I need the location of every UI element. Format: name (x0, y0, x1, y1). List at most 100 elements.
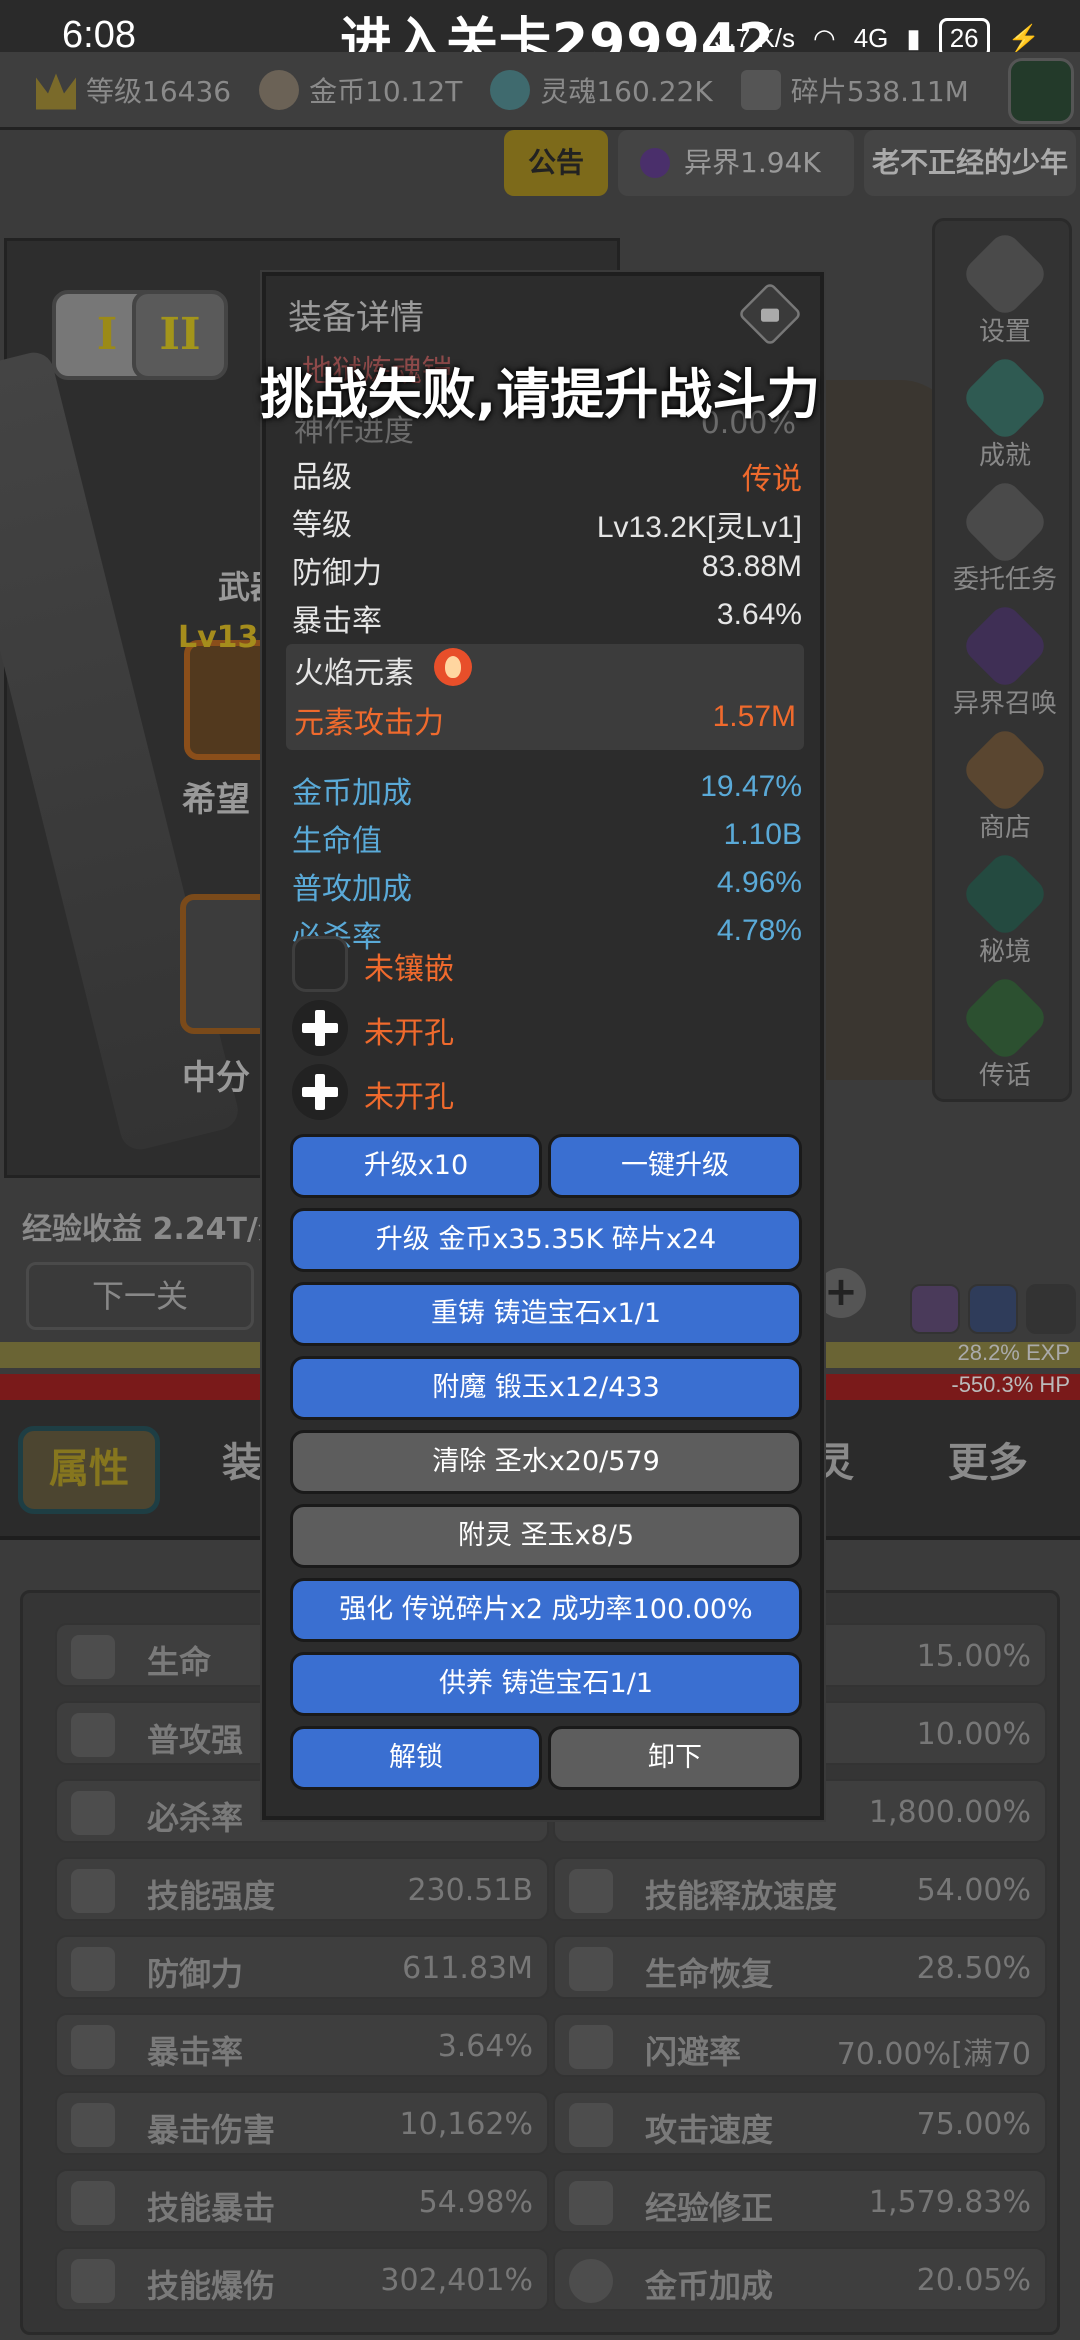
regen-icon (569, 1947, 613, 1991)
detail-level: 等级 Lv13.2K[灵Lv1] (292, 508, 802, 544)
kill-icon (71, 1791, 115, 1835)
fire-element-box: 火焰元素 元素攻击力 1.57M (286, 644, 804, 750)
skill-icon[interactable] (968, 1284, 1018, 1334)
gold-coin-icon (569, 2259, 613, 2303)
corner-menu-icon[interactable] (1008, 58, 1074, 124)
resource-level: 等级16436 (36, 70, 231, 110)
settings-icon (959, 228, 1051, 320)
enchant-button[interactable]: 附魔 锻玉x12/433 (290, 1356, 802, 1420)
skill-burst-icon (71, 2259, 115, 2303)
stat-skill-speed: 技能释放速度 54.00% (553, 1857, 1047, 1921)
fragment-icon (740, 69, 781, 110)
upgrade-x10-button[interactable]: 升级x10 (290, 1134, 542, 1198)
tab-attributes[interactable]: 属性 (18, 1426, 160, 1514)
empty-socket-icon (292, 936, 348, 992)
element-name: 火焰元素 (294, 656, 414, 691)
secret-realm-icon (959, 848, 1051, 940)
bonus-gold: 金币加成 19.47% (292, 770, 802, 811)
charging-icon: ⚡ (1007, 22, 1040, 53)
stat-attack-speed: 攻击速度 75.00% (553, 2091, 1047, 2155)
attack-icon (71, 1713, 115, 1757)
summon-icon (959, 600, 1051, 692)
stat-gold-bonus: 金币加成 20.05% (553, 2247, 1047, 2311)
armor-name: 中分 (182, 1058, 250, 1098)
stat-defense: 防御力 611.83M (55, 1935, 549, 1999)
flame-icon (434, 648, 472, 686)
gold-coin-icon (259, 69, 300, 110)
network-type: 4G (853, 22, 889, 53)
next-stage-button[interactable]: 下一关 (26, 1262, 254, 1330)
soul-icon (490, 69, 531, 110)
wifi-icon: ◠ (813, 22, 836, 53)
crit-damage-icon (71, 2103, 115, 2147)
modal-title: 装备详情 (288, 298, 424, 338)
hp-text: -550.3% HP (951, 1372, 1070, 1397)
plus-icon (292, 1000, 348, 1056)
nurture-button[interactable]: 供养 铸造宝石1/1 (290, 1652, 802, 1716)
crown-icon (569, 2181, 613, 2225)
upgrade-button[interactable]: 升级 金币x35.35K 碎片x24 (290, 1208, 802, 1272)
notice-button[interactable]: 公告 (504, 130, 608, 196)
side-item-legend[interactable]: 传话 (935, 972, 1075, 1092)
otherworld-counter[interactable]: 异界1.94K (618, 130, 854, 196)
clock: 6:08 (62, 14, 136, 56)
element-attack-value: 1.57M (712, 700, 796, 733)
side-item-quest[interactable]: 委托任务 (935, 476, 1075, 596)
spirit-attach-button[interactable]: 附灵 圣玉x8/5 (290, 1504, 802, 1568)
skill-icon[interactable] (910, 1284, 960, 1334)
resource-fragment: 碎片538.11M (740, 69, 969, 110)
side-item-shop[interactable]: 商店 (935, 724, 1075, 844)
stat-skill-crit: 技能暴击 54.98% (55, 2169, 549, 2233)
clear-button[interactable]: 清除 圣水x20/579 (290, 1430, 802, 1494)
exp-text: 28.2% EXP (957, 1340, 1070, 1365)
one-click-upgrade-button[interactable]: 一键升级 (548, 1134, 802, 1198)
exp-income: 经验收益 2.24T/分 (22, 1212, 288, 1247)
skill-speed-icon (569, 1869, 613, 1913)
stat-hp-regen: 生命恢复 28.50% (553, 1935, 1047, 1999)
level-crown-icon (36, 73, 76, 110)
side-item-settings[interactable]: 设置 (935, 228, 1075, 348)
bonus-normal-attack: 普攻加成 4.96% (292, 866, 802, 907)
challenge-failed-toast: 挑战失败,请提升战斗力 (259, 363, 821, 426)
resource-bar: 等级16436 金币10.12T 灵魂160.22K 碎片538.11M (0, 52, 1080, 130)
tab-equipment[interactable]: 装 (222, 1430, 262, 1488)
stat-crit-damage: 暴击伤害 10,162% (55, 2091, 549, 2155)
skill-icons (910, 1284, 1076, 1334)
bonus-hp: 生命值 1.10B (292, 818, 802, 859)
boot-icon (569, 2025, 613, 2069)
resource-gold: 金币10.12T (259, 69, 462, 110)
side-item-secret-realm[interactable]: 秘境 (935, 848, 1075, 968)
detail-grade: 品级 传说 (292, 460, 802, 496)
player-name[interactable]: 老不正经的少年 (864, 130, 1076, 196)
detail-defense: 防御力 83.88M (292, 550, 802, 591)
weapon-level: Lv13 (178, 620, 259, 655)
stat-exp-modifier: 经验修正 1,579.83% (553, 2169, 1047, 2233)
weapon-name: 希望 (182, 780, 250, 820)
plus-icon (292, 1064, 348, 1120)
tab-more[interactable]: 更多 (948, 1430, 1028, 1488)
crossed-swords-icon (569, 2103, 613, 2147)
skill-icon[interactable] (1026, 1284, 1076, 1334)
equipment-details-modal: 装备详情 地狱炼魂铠 神作进度 0.00% 品级 传说 等级 Lv13.2K[灵… (262, 272, 824, 1820)
skill-crit-icon (71, 2181, 115, 2225)
strengthen-button[interactable]: 强化 传说碎片x2 成功率100.00% (290, 1578, 802, 1642)
skill-power-icon (71, 1869, 115, 1913)
signal-icon: ▮ (906, 22, 921, 53)
side-item-summon[interactable]: 异界召唤 (935, 600, 1075, 720)
legend-icon (959, 972, 1051, 1064)
quest-icon (959, 476, 1051, 568)
detail-crit-rate: 暴击率 3.64% (292, 598, 802, 639)
unlock-button[interactable]: 解锁 (290, 1726, 542, 1790)
hp-icon (71, 1635, 115, 1679)
lock-icon[interactable] (737, 281, 803, 347)
shop-icon (959, 724, 1051, 816)
stat-dodge: 闪避率 70.00%[满70 (553, 2013, 1047, 2077)
reforge-button[interactable]: 重铸 铸造宝石x1/1 (290, 1282, 802, 1346)
stat-skill-burst: 技能爆伤 302,401% (55, 2247, 549, 2311)
stat-skill-power: 技能强度 230.51B (55, 1857, 549, 1921)
unequip-button[interactable]: 卸下 (548, 1726, 802, 1790)
element-attack-label: 元素攻击力 (294, 706, 444, 741)
resource-soul: 灵魂160.22K (490, 69, 713, 110)
crit-icon (71, 2025, 115, 2069)
shield-icon (71, 1947, 115, 1991)
